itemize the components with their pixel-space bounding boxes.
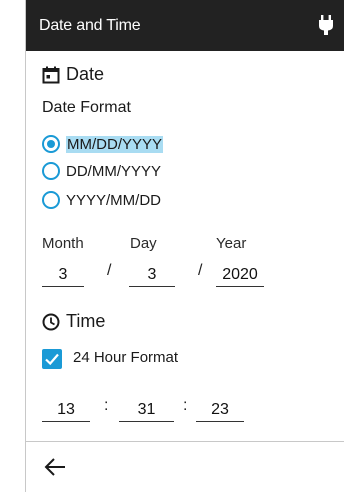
radio-unselected-icon[interactable] bbox=[42, 162, 60, 180]
year-input[interactable]: 2020 bbox=[216, 264, 264, 287]
day-input[interactable]: 3 bbox=[129, 264, 175, 287]
format-option-label: MM/DD/YYYY bbox=[66, 135, 164, 153]
minute-input[interactable]: 31 bbox=[119, 399, 174, 422]
plug-icon bbox=[319, 15, 333, 35]
check-icon bbox=[45, 353, 59, 366]
hour24-checkbox[interactable] bbox=[42, 349, 62, 369]
page-title: Date and Time bbox=[39, 17, 141, 34]
date-format-label: Date Format bbox=[42, 99, 131, 116]
format-option-label: DD/MM/YYYY bbox=[66, 162, 162, 180]
settings-panel: Date and Time Date Date Format MM/DD/YYY… bbox=[25, 0, 344, 492]
date-title-text: Date bbox=[66, 64, 105, 84]
time-section-title: Time bbox=[42, 311, 105, 332]
time-separator: : bbox=[104, 397, 109, 414]
radio-selected-icon[interactable] bbox=[42, 135, 60, 153]
hour-input[interactable]: 13 bbox=[42, 399, 90, 422]
second-input[interactable]: 23 bbox=[196, 399, 244, 422]
time-title-text: Time bbox=[66, 311, 106, 331]
day-label: Day bbox=[130, 235, 157, 252]
back-arrow-icon[interactable] bbox=[44, 457, 66, 477]
calendar-icon bbox=[42, 66, 60, 83]
date-section-title: Date bbox=[42, 64, 104, 85]
hour24-label[interactable]: 24 Hour Format bbox=[73, 349, 178, 366]
format-option-mmddyyyy[interactable]: MM/DD/YYYY bbox=[42, 135, 164, 153]
month-input[interactable]: 3 bbox=[42, 264, 84, 287]
clock-icon bbox=[42, 313, 60, 330]
header-bar: Date and Time bbox=[26, 0, 344, 51]
month-label: Month bbox=[42, 235, 84, 252]
footer-bar bbox=[26, 441, 344, 492]
format-option-yyyymmdd[interactable]: YYYY/MM/DD bbox=[42, 191, 161, 209]
format-option-ddmmyyyy[interactable]: DD/MM/YYYY bbox=[42, 162, 161, 180]
date-separator: / bbox=[198, 262, 203, 279]
year-label: Year bbox=[216, 235, 247, 252]
format-option-label: YYYY/MM/DD bbox=[66, 191, 162, 209]
date-separator: / bbox=[107, 262, 112, 279]
radio-unselected-icon[interactable] bbox=[42, 191, 60, 209]
time-separator: : bbox=[183, 397, 188, 414]
